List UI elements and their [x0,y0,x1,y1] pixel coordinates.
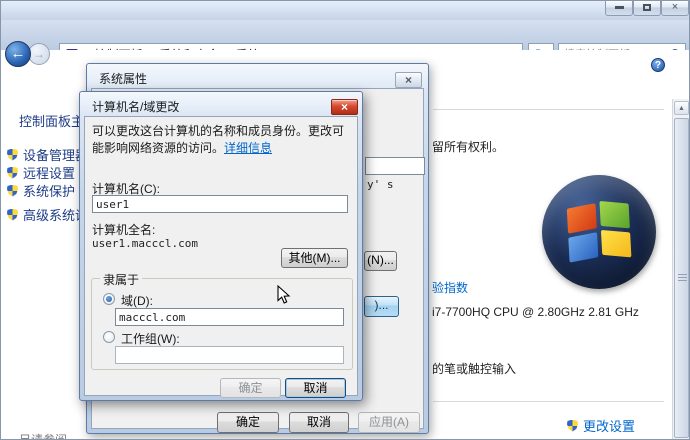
cancel-button[interactable]: 取消 [289,412,349,433]
copyright-text-fragment: 留所有权利。 [432,140,505,154]
workgroup-label: 工作组(W): [121,332,180,346]
sidebar-item-device-manager[interactable]: 设备管理器 [7,145,88,164]
network-id-button-fragment[interactable]: (N)... [364,251,397,271]
details-link[interactable]: 详细信息 [224,141,272,155]
domain-label: 域(D): [121,294,153,308]
see-also-header: 另请参阅 [19,433,68,440]
forward-icon: → [33,47,45,61]
close-button[interactable]: × [661,1,689,16]
example-text-fragment: y' s [367,178,394,191]
vertical-scrollbar[interactable]: ▲ [672,99,689,439]
close-icon: × [671,1,679,13]
dialog-description: 可以更改这台计算机的名称和成员身份。更改可能影响网络资源的访问。详细信息 [92,123,346,157]
uac-shield-icon [7,184,18,197]
workgroup-input[interactable] [115,346,344,364]
minimize-icon [614,6,624,9]
back-button[interactable]: ← [5,41,31,67]
uac-shield-icon [7,148,18,161]
sidebar-item-remote-settings[interactable]: 远程设置 [7,163,75,182]
apply-button[interactable]: 应用(A) [358,412,420,433]
explorer-window: × ← → ▾ ▸ 控制面板 ▸ 系统和安全 ▸ 系统 ▾ ↻ 控制面板主页 设… [0,0,690,440]
dialog-title: 计算机名/域更改 [92,100,180,114]
back-icon: ← [10,45,26,62]
full-name-label: 计算机全名: [92,223,156,237]
domain-radio[interactable] [103,293,115,305]
restore-icon [643,4,651,11]
uac-shield-icon [567,419,578,432]
cpu-info-text: i7-7700HQ CPU @ 2.80GHz 2.81 GHz [432,305,639,319]
close-button[interactable]: × [331,99,358,115]
minimize-button[interactable] [605,1,633,16]
computer-description-input-fragment[interactable] [365,157,425,175]
change-settings-link[interactable]: 更改设置 [567,416,635,435]
sidebar-item-label: 系统保护 [23,184,76,199]
mouse-cursor [277,284,291,308]
member-of-groupbox: 隶属于 域(D): 工作组(W): [91,271,353,370]
change-button-fragment[interactable]: )... [364,296,399,317]
scroll-up-button[interactable]: ▲ [674,101,689,115]
change-settings-label: 更改设置 [583,419,636,434]
cancel-button[interactable]: 取消 [285,378,346,398]
pen-touch-text-fragment: 的笔或触控输入 [432,362,517,376]
windows-logo [542,175,656,289]
ok-button[interactable]: 确定 [220,378,281,398]
full-name-value: user1.macccl.com [92,237,198,250]
sidebar-item-system-protection[interactable]: 系统保护 [7,181,75,200]
ok-button[interactable]: 确定 [217,412,279,433]
section-divider [433,109,664,110]
window-titlebar: × [1,1,689,20]
windows-flag-icon [566,200,634,263]
domain-input[interactable] [115,308,344,326]
restore-button[interactable] [633,1,661,16]
sidebar-item-label: 远程设置 [23,166,76,181]
domain-change-dialog: 计算机名/域更改 × 可以更改这台计算机的名称和成员身份。更改可能影响网络资源的… [79,91,363,401]
dialog-title: 系统属性 [99,72,148,86]
uac-shield-icon [7,166,18,179]
section-divider [433,401,664,402]
experience-index-link-fragment[interactable]: 验指数 [432,279,468,296]
close-button[interactable]: × [395,72,422,88]
uac-shield-icon [7,208,18,221]
help-icon[interactable]: ? [651,58,665,72]
description-text: 可以更改这台计算机的名称和成员身份。更改可能影响网络资源的访问。 [92,124,345,155]
forward-button[interactable]: → [28,43,50,65]
member-of-label: 隶属于 [100,271,143,288]
computer-name-input[interactable] [92,195,348,213]
scrollbar-grip-icon [678,274,687,275]
scrollbar-thumb[interactable] [674,118,689,438]
address-bar: ← → ▾ ▸ 控制面板 ▸ 系统和安全 ▸ 系统 ▾ ↻ [1,20,689,67]
workgroup-radio[interactable] [103,331,115,343]
more-button[interactable]: 其他(M)... [281,248,348,268]
